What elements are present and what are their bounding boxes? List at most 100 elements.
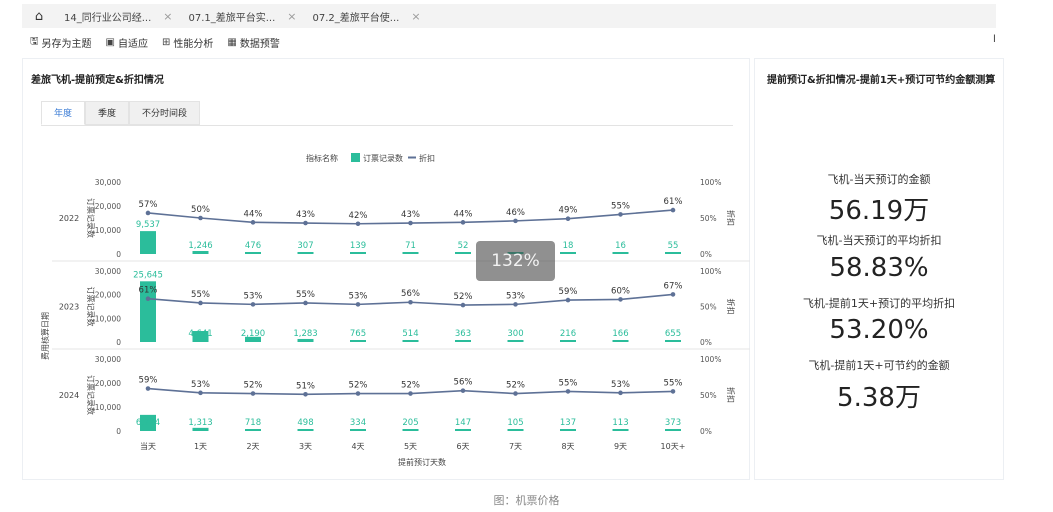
close-icon[interactable]: × <box>163 10 172 23</box>
bar <box>560 252 576 254</box>
document-tab-label: 14_同行业公司经... <box>64 12 152 24</box>
bar <box>297 429 314 431</box>
discount-point <box>670 292 676 297</box>
bar <box>350 429 366 431</box>
discount-point <box>145 296 151 301</box>
metric-label: 飞机-当天预订的金额 <box>827 173 931 186</box>
bar <box>297 338 314 342</box>
right-tick-label: 0% <box>700 250 712 259</box>
bar-value-label: 9,537 <box>136 220 160 230</box>
discount-value-label: 52% <box>454 292 473 302</box>
performance-analysis-button[interactable]: ⊞ 性能分析 <box>162 35 213 50</box>
discount-point <box>513 218 518 224</box>
discount-point <box>355 221 361 227</box>
bar <box>245 252 261 254</box>
left-tick-label: 30,000 <box>95 267 121 276</box>
left-tick-label: 20,000 <box>95 202 121 211</box>
left-tick-label: 0 <box>116 427 121 436</box>
discount-value-label: 60% <box>611 286 630 296</box>
x-tick-label: 9天 <box>614 442 627 451</box>
right-tick-label: 100% <box>700 355 721 364</box>
left-tick-label: 30,000 <box>95 178 121 187</box>
left-tick-label: 10,000 <box>95 314 121 323</box>
save-as-theme-button[interactable]: 🖫 另存为主题 <box>30 34 92 51</box>
x-tick-label: 4天 <box>351 442 364 451</box>
row-year-label: 2022 <box>59 214 79 223</box>
tab-year[interactable]: 年度 <box>41 101 86 125</box>
right-tick-label: 100% <box>700 267 721 276</box>
data-alert-button[interactable]: ▦ 数据预警 <box>227 35 279 50</box>
bar <box>402 252 419 254</box>
discount-value-label: 43% <box>401 210 420 220</box>
zoom-indicator: 132% <box>476 241 555 281</box>
home-icon[interactable]: ⌂ <box>22 9 56 24</box>
discount-point <box>303 391 308 397</box>
toolbar: 🖫 另存为主题 ▣ 自适应 ⊞ 性能分析 ▦ 数据预警 l <box>22 32 1022 52</box>
bar-value-label: 4,641 <box>188 329 212 339</box>
bar <box>612 252 629 254</box>
metric-value: 56.19万 <box>828 196 930 226</box>
discount-point <box>355 391 361 396</box>
bar-value-label: 655 <box>665 329 681 339</box>
bar-value-label: 1,283 <box>293 329 317 339</box>
bar <box>350 252 366 254</box>
discount-value-label: 57% <box>139 200 158 210</box>
right-tick-label: 0% <box>700 427 712 436</box>
bar <box>560 429 576 431</box>
discount-point <box>198 390 203 396</box>
bar-value-label: 765 <box>350 329 366 339</box>
close-icon[interactable]: × <box>287 10 296 23</box>
discount-point <box>408 391 413 396</box>
legend-swatch-bookings <box>351 153 360 162</box>
bar-value-label: 334 <box>350 418 366 428</box>
discount-value-label: 44% <box>244 209 263 219</box>
bar <box>612 429 629 431</box>
toolbar-label: 性能分析 <box>173 38 214 50</box>
toolbar-edge-text: l <box>993 34 996 45</box>
bar-value-label: 363 <box>455 329 471 339</box>
bar-value-label: 514 <box>402 329 418 339</box>
bar-value-label: 498 <box>297 418 313 428</box>
x-tick-label: 10天+ <box>661 442 686 451</box>
bar-value-label: 1,246 <box>188 241 212 251</box>
bar-value-label: 25,645 <box>133 270 163 280</box>
document-tab[interactable]: 14_同行业公司经... × <box>56 4 180 28</box>
bar-value-label: 16 <box>615 241 626 251</box>
x-tick-label: 7天 <box>509 442 522 451</box>
bar-value-label: 52 <box>458 241 469 251</box>
document-tab[interactable]: 07.1_差旅平台实... × <box>180 4 304 28</box>
discount-point <box>513 302 518 307</box>
document-tabbar: ⌂ 14_同行业公司经... × 07.1_差旅平台实... × 07.2_差旅… <box>22 4 996 28</box>
row-year-label: 2024 <box>59 391 79 400</box>
fit-icon: ▣ <box>105 36 115 48</box>
tab-quarter[interactable]: 季度 <box>85 101 130 125</box>
bar-value-label: 166 <box>612 329 628 339</box>
discount-point <box>565 216 571 222</box>
bar <box>455 252 471 254</box>
left-tick-label: 0 <box>116 338 121 347</box>
y-axis-left-label: 订票记录数 <box>86 287 96 327</box>
discount-point <box>250 302 256 307</box>
x-tick-label: 当天 <box>140 441 156 451</box>
bar <box>402 429 419 431</box>
tab-no-period[interactable]: 不分时间段 <box>129 101 201 125</box>
discount-point <box>303 220 308 226</box>
metric-value: 5.38万 <box>837 383 921 413</box>
document-tab[interactable]: 07.2_差旅平台使... × <box>305 4 429 28</box>
metric-label: 飞机-当天预订的平均折扣 <box>816 234 942 247</box>
adaptive-button[interactable]: ▣ 自适应 <box>106 35 148 50</box>
discount-point <box>618 212 623 217</box>
discount-value-label: 59% <box>559 287 578 297</box>
left-tick-label: 30,000 <box>95 355 121 364</box>
discount-point <box>303 300 308 306</box>
discount-point <box>408 299 413 305</box>
discount-value-label: 56% <box>454 378 473 388</box>
discount-value-label: 50% <box>191 205 210 215</box>
discount-value-label: 43% <box>296 210 315 220</box>
close-icon[interactable]: × <box>411 10 420 23</box>
metric-value: 53.20% <box>829 315 929 345</box>
discount-value-label: 52% <box>401 381 420 391</box>
discount-value-label: 42% <box>349 211 368 221</box>
bar <box>507 340 524 342</box>
bar-value-label: 139 <box>350 241 366 251</box>
